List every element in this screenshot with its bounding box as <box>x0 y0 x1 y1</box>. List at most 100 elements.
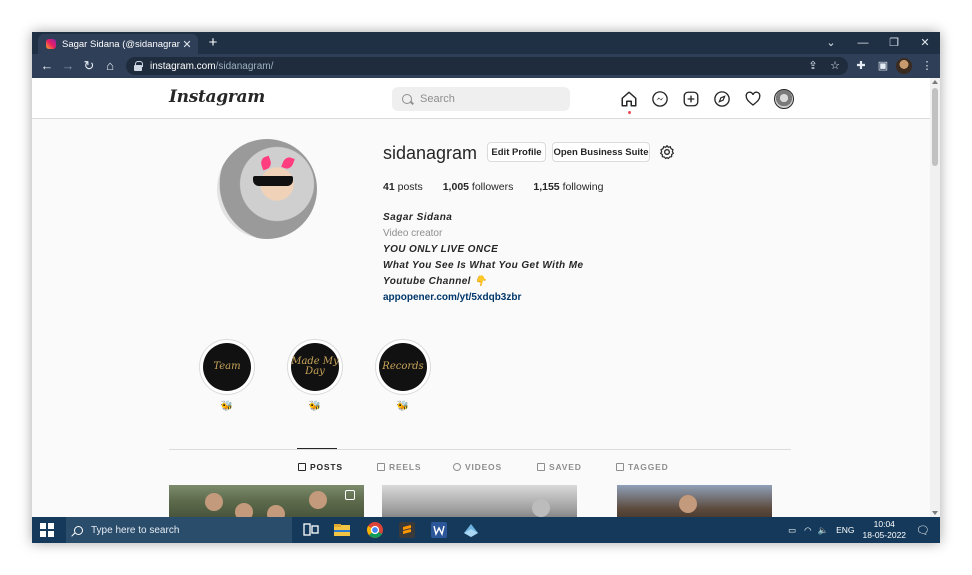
home-icon[interactable]: ⌂ <box>101 57 119 75</box>
sunglasses-sticker <box>253 176 293 186</box>
system-tray: ▭ ◠ 🔈 ENG 10:04 18-05-2022 🗨 <box>788 517 940 543</box>
followers-stat[interactable]: 1,005 followers <box>443 181 514 193</box>
close-window-icon[interactable]: ✕ <box>914 34 936 52</box>
tab-close-icon[interactable]: ✕ <box>180 38 194 51</box>
side-panel-icon[interactable]: ▣ <box>874 57 892 75</box>
windows-taskbar: ▭ ◠ 🔈 ENG 10:04 18-05-2022 🗨 <box>32 517 940 543</box>
bio-full-name: Sagar Sidana <box>383 212 453 223</box>
open-business-suite-button[interactable]: Open Business Suite <box>552 142 650 162</box>
highlight-cover: Made My Day <box>291 343 339 391</box>
highlight-caption: 🐝 <box>308 401 322 412</box>
tag-icon <box>616 463 624 471</box>
scroll-down-icon[interactable] <box>932 511 938 515</box>
windows-start-icon[interactable] <box>40 523 54 537</box>
taskbar-search-box[interactable] <box>66 517 292 543</box>
search-icon <box>402 94 412 104</box>
search-box[interactable] <box>392 87 570 111</box>
profile-stats: 41 posts 1,005 followers 1,155 following <box>383 181 623 193</box>
edit-profile-button[interactable]: Edit Profile <box>487 142 546 162</box>
tab-search-chevron-icon[interactable]: ⌄ <box>820 34 842 52</box>
search-input[interactable] <box>420 93 560 105</box>
lock-icon <box>134 61 143 71</box>
photo-person <box>205 493 223 511</box>
taskbar-search-input[interactable] <box>91 524 281 536</box>
back-arrow-icon[interactable]: ← <box>38 57 56 75</box>
taskbar-clock[interactable]: 10:04 18-05-2022 <box>863 519 906 541</box>
browser-toolbar: ← → ↻ ⌂ instagram.com/sidanagram/ ⇪ ☆ ✚ … <box>32 54 940 78</box>
settings-gear-icon[interactable] <box>659 144 675 160</box>
bio-link[interactable]: appopener.com/yt/5xdqb3zbr <box>383 290 583 306</box>
bookmark-icon <box>537 463 545 471</box>
tab-reels[interactable]: REELS <box>377 462 421 472</box>
highlight-caption: 🐝 <box>220 401 234 412</box>
restore-icon[interactable]: ❐ <box>883 34 905 52</box>
battery-icon[interactable]: ▭ <box>788 525 796 536</box>
clock-date: 18-05-2022 <box>862 530 907 540</box>
highlight-ring: Team <box>199 339 255 395</box>
story-highlight[interactable]: Team 🐝 <box>199 339 255 412</box>
clock-time: 10:04 <box>873 519 895 529</box>
photo-person <box>532 499 550 517</box>
highlight-ring: Made My Day <box>287 339 343 395</box>
home-icon[interactable] <box>620 90 638 108</box>
horn-sticker <box>259 155 273 171</box>
notification-dot <box>628 111 631 114</box>
reload-icon[interactable]: ↻ <box>80 57 98 75</box>
story-highlight[interactable]: Records 🐝 <box>375 339 431 412</box>
photo-person <box>309 491 327 509</box>
instagram-logo[interactable]: Instagram <box>169 87 265 107</box>
minimize-icon[interactable]: — <box>852 34 874 52</box>
grid-icon <box>298 463 306 471</box>
reels-icon <box>377 463 385 471</box>
address-bar[interactable]: instagram.com/sidanagram/ <box>126 57 848 75</box>
browser-menu-icon[interactable]: ⋮ <box>918 57 936 75</box>
profile-username: sidanagram <box>383 143 478 163</box>
page-scrollbar[interactable] <box>930 78 940 517</box>
microsoft-word-icon[interactable] <box>430 521 448 539</box>
bio-line: What You See Is What You Get With Me <box>383 260 584 271</box>
tab-saved[interactable]: SAVED <box>537 462 582 472</box>
active-tab-indicator <box>297 448 337 449</box>
new-post-icon[interactable] <box>682 90 700 108</box>
tab-posts[interactable]: POSTS <box>298 462 343 472</box>
tabs-divider <box>169 449 791 450</box>
browser-tab[interactable]: Sagar Sidana (@sidanagram) • Instagram ✕ <box>38 34 198 54</box>
photos-app-icon[interactable] <box>462 521 480 539</box>
forward-arrow-icon[interactable]: → <box>59 57 77 75</box>
share-icon[interactable]: ⇪ <box>804 57 822 75</box>
bookmark-star-icon[interactable]: ☆ <box>826 57 844 75</box>
horn-sticker <box>281 155 295 171</box>
tab-tagged[interactable]: TAGGED <box>616 462 669 472</box>
instagram-header: Instagram <box>32 78 930 119</box>
play-icon <box>453 463 461 471</box>
following-stat[interactable]: 1,155 following <box>533 181 603 193</box>
browser-profile-avatar[interactable] <box>896 58 912 74</box>
messenger-icon[interactable] <box>651 90 669 108</box>
highlight-caption: 🐝 <box>396 401 410 412</box>
bio-line: YOU ONLY LIVE ONCE <box>383 244 499 255</box>
profile-bio: Sagar Sidana Video creator YOU ONLY LIVE… <box>383 210 583 306</box>
profile-picture[interactable] <box>217 139 317 239</box>
highlight-cover: Team <box>203 343 251 391</box>
carousel-icon <box>345 490 355 500</box>
language-indicator[interactable]: ENG <box>836 525 854 535</box>
story-highlight[interactable]: Made My Day 🐝 <box>287 339 343 412</box>
profile-avatar-icon[interactable] <box>774 89 794 109</box>
sublime-text-icon[interactable] <box>398 521 416 539</box>
wifi-icon[interactable]: ◠ <box>804 525 811 536</box>
scroll-up-icon[interactable] <box>932 80 938 84</box>
highlight-cover: Records <box>379 343 427 391</box>
file-explorer-icon[interactable] <box>333 521 351 539</box>
notifications-icon[interactable]: 🗨 <box>916 524 930 537</box>
chrome-icon[interactable] <box>366 521 384 539</box>
explore-compass-icon[interactable] <box>713 90 731 108</box>
extensions-puzzle-icon[interactable]: ✚ <box>852 57 870 75</box>
activity-heart-icon[interactable] <box>744 90 762 108</box>
posts-stat: 41 posts <box>383 181 423 193</box>
new-tab-icon[interactable]: + <box>204 34 222 52</box>
volume-icon[interactable]: 🔈 <box>818 525 829 536</box>
task-view-icon[interactable] <box>302 521 320 539</box>
tab-videos[interactable]: VIDEOS <box>453 462 502 472</box>
instagram-favicon-icon <box>46 39 56 49</box>
scrollbar-thumb[interactable] <box>932 88 938 166</box>
